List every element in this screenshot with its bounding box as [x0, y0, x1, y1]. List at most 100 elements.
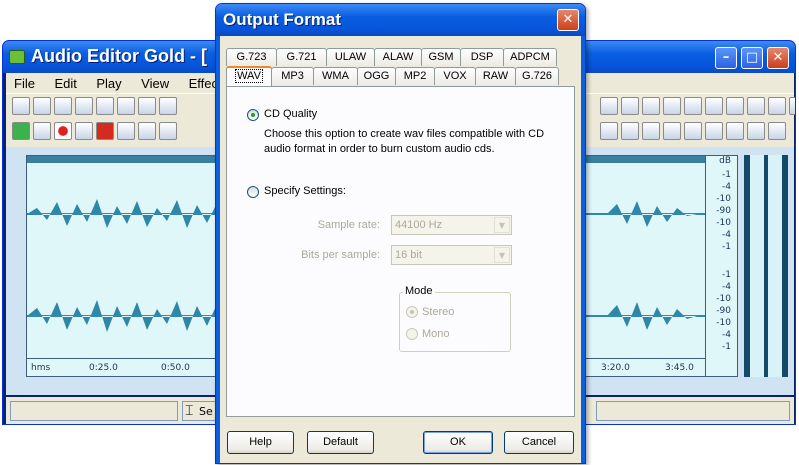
- reverse-icon[interactable]: [726, 97, 744, 115]
- tab-ulaw[interactable]: ULAW: [326, 48, 375, 66]
- tab-ogg[interactable]: OGG: [357, 67, 396, 85]
- menu-edit[interactable]: Edit: [46, 73, 84, 91]
- app-icon: [9, 50, 25, 64]
- db-label: -10: [716, 218, 731, 228]
- specify-settings-label[interactable]: Specify Settings:: [264, 185, 346, 197]
- db-scale: dB -1 -4 -10 -90 -10 -4 -1 -1 -4 -10 -90…: [706, 155, 738, 377]
- status-panel-1: [10, 401, 178, 421]
- tab-alaw[interactable]: ALAW: [374, 48, 422, 66]
- noise-icon[interactable]: [684, 97, 702, 115]
- status-panel-3: [596, 401, 790, 421]
- mono-radio[interactable]: [406, 328, 418, 340]
- bits-per-sample-select[interactable]: 16 bit ▼: [391, 245, 512, 265]
- tab-g726[interactable]: G.726: [515, 67, 559, 85]
- stereo-radio[interactable]: [406, 306, 418, 318]
- dialog-left-edge: [216, 36, 220, 463]
- default-button[interactable]: Default: [307, 431, 374, 454]
- maximize-button[interactable]: □: [741, 47, 763, 69]
- db-label: dB: [719, 156, 731, 166]
- fade-in-icon[interactable]: [600, 122, 618, 140]
- tab-raw[interactable]: RAW: [475, 67, 516, 85]
- mode-group-label: Mode: [403, 285, 435, 297]
- tempo-icon[interactable]: [768, 97, 786, 115]
- invert-icon[interactable]: [663, 122, 681, 140]
- save-icon[interactable]: [54, 97, 72, 115]
- pause-icon[interactable]: [75, 122, 93, 140]
- save-all-icon[interactable]: [75, 97, 93, 115]
- echo-icon[interactable]: [663, 97, 681, 115]
- cd-quality-label[interactable]: CD Quality: [264, 108, 317, 120]
- dialog-title: Output Format: [223, 10, 342, 29]
- menu-file[interactable]: File: [6, 73, 43, 91]
- specify-settings-radio[interactable]: [247, 186, 259, 198]
- tab-wma[interactable]: WMA: [313, 67, 358, 85]
- db-label: -1: [722, 170, 731, 180]
- pitch-icon[interactable]: [747, 97, 765, 115]
- tab-g723[interactable]: G.723: [226, 48, 277, 66]
- rewind-icon[interactable]: [138, 122, 156, 140]
- open-folder-icon[interactable]: [33, 97, 51, 115]
- loop-icon[interactable]: [33, 122, 51, 140]
- tab-wav[interactable]: WAV: [226, 66, 272, 86]
- help-button[interactable]: Help: [227, 431, 294, 454]
- play-selection-icon[interactable]: [159, 122, 177, 140]
- stretch-icon[interactable]: [726, 122, 744, 140]
- mono-label[interactable]: Mono: [422, 328, 450, 340]
- db-label: -4: [722, 282, 731, 292]
- text-cursor-icon: ⌶: [185, 403, 194, 419]
- dialog-close-button[interactable]: ✕: [557, 9, 579, 31]
- sample-rate-select[interactable]: 44100 Hz ▼: [391, 215, 512, 235]
- time-label: hms: [31, 363, 51, 373]
- envelope-icon[interactable]: [642, 122, 660, 140]
- new-file-icon[interactable]: [12, 97, 30, 115]
- menu-play[interactable]: Play: [88, 73, 129, 91]
- db-label: -90: [716, 206, 731, 216]
- compress-icon[interactable]: [747, 122, 765, 140]
- filter-icon[interactable]: [621, 97, 639, 115]
- toolbar-row-1: [12, 97, 177, 119]
- right-level-meter: [768, 155, 782, 377]
- fade-out-icon[interactable]: [621, 122, 639, 140]
- cut-icon[interactable]: [138, 97, 156, 115]
- vibrato-icon[interactable]: [705, 122, 723, 140]
- stereo-label[interactable]: Stereo: [422, 306, 454, 318]
- chevron-down-icon: ▼: [494, 247, 510, 263]
- amplify-icon[interactable]: [642, 97, 660, 115]
- left-level-meter: [750, 155, 764, 377]
- sample-rate-value: 44100 Hz: [395, 219, 443, 231]
- play-icon[interactable]: [12, 122, 30, 140]
- sample-rate-label: Sample rate:: [317, 219, 380, 231]
- tab-vox[interactable]: VOX: [434, 67, 476, 85]
- record-icon[interactable]: [54, 122, 72, 140]
- normalize-icon[interactable]: [705, 97, 723, 115]
- tab-adpcm[interactable]: ADPCM: [503, 48, 557, 66]
- skip-start-icon[interactable]: [117, 122, 135, 140]
- toolbar-row-2-right: [600, 122, 786, 144]
- status-text: Se: [199, 405, 213, 418]
- dialog-title-bar[interactable]: Output Format ✕: [216, 4, 585, 36]
- main-close-button[interactable]: ✕: [767, 47, 789, 69]
- cancel-button[interactable]: Cancel: [504, 431, 574, 454]
- db-label: -10: [716, 194, 731, 204]
- settings-icon[interactable]: [789, 97, 795, 115]
- cd-quality-radio[interactable]: [247, 109, 259, 121]
- tab-gsm[interactable]: GSM: [421, 48, 461, 66]
- tab-mp3[interactable]: MP3: [271, 67, 314, 85]
- tab-g721[interactable]: G.721: [276, 48, 327, 66]
- tab-mp2[interactable]: MP2: [395, 67, 435, 85]
- equalizer-icon[interactable]: [768, 122, 786, 140]
- effect-icon[interactable]: [600, 97, 618, 115]
- ok-button[interactable]: OK: [423, 431, 493, 454]
- chevron-down-icon: ▼: [494, 217, 510, 233]
- redo-icon[interactable]: [117, 97, 135, 115]
- stop-icon[interactable]: [96, 122, 114, 140]
- menu-view[interactable]: View: [133, 73, 177, 91]
- copy-icon[interactable]: [159, 97, 177, 115]
- silence-icon[interactable]: [684, 122, 702, 140]
- time-label: 0:50.0: [161, 363, 190, 373]
- minimize-button[interactable]: –: [715, 47, 737, 69]
- tab-dsp[interactable]: DSP: [460, 48, 504, 66]
- db-label: -90: [716, 306, 731, 316]
- dialog-right-edge: [581, 36, 585, 463]
- undo-icon[interactable]: [96, 97, 114, 115]
